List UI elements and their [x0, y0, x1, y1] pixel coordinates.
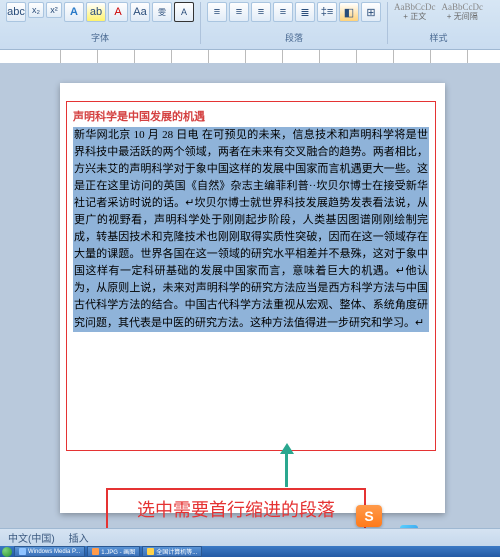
paragraph-group-label: 段落 [285, 31, 303, 44]
windows-taskbar: Windows Media P... 1.JPG - 画图 全国计算机等... [0, 546, 500, 557]
subscript-button[interactable]: x₂ [28, 2, 44, 18]
document-workspace: 声明科学是中国发展的机遇 新华网北京 10 月 28 日电 在可预见的未来，信息… [0, 63, 500, 529]
font-color-button[interactable]: A [108, 2, 128, 22]
change-case-button[interactable]: Aa [130, 2, 150, 22]
char-border-button[interactable]: A [174, 2, 194, 22]
ribbon: abc x₂ x² A ab A Aa 雯 A 字体 ≡ ≡ ≡ ≡ ≣ ‡≡ … [0, 0, 500, 50]
selected-paragraphs[interactable]: 新华网北京 10 月 28 日电 在可预见的未来，信息技术和声明科学将是世界科技… [73, 127, 429, 332]
styles-group: AaBbCcDc + 正文 AaBbCcDc + 无间隔 样式 [392, 2, 489, 44]
style-no-spacing[interactable]: AaBbCcDc + 无间隔 [442, 3, 484, 22]
styles-group-label: 样式 [429, 31, 447, 44]
line-spacing-button[interactable]: ‡≡ [317, 2, 337, 22]
align-right-button[interactable]: ≡ [251, 2, 271, 22]
paragraph-group: ≡ ≡ ≡ ≡ ≣ ‡≡ ◧ ⊞ 段落 [205, 2, 388, 44]
align-center-button[interactable]: ≡ [229, 2, 249, 22]
borders-button[interactable]: ⊞ [361, 2, 381, 22]
status-language[interactable]: 中文(中国) [8, 530, 55, 545]
align-left-button[interactable]: ≡ [207, 2, 227, 22]
document-body-text: 新华网北京 10 月 28 日电 在可预见的未来，信息技术和声明科学将是世界科技… [74, 129, 428, 329]
taskbar-item-paint[interactable]: 1.JPG - 画图 [87, 546, 140, 557]
font-group: abc x₂ x² A ab A Aa 雯 A 字体 [4, 2, 201, 44]
font-group-label: 字体 [91, 31, 109, 44]
taskbar-item-wmp[interactable]: Windows Media P... [14, 546, 85, 557]
taskbar-item-exam[interactable]: 全国计算机等... [142, 546, 202, 557]
status-insert-mode[interactable]: 插入 [69, 530, 89, 545]
arrow-head-icon [280, 443, 294, 454]
annotation-arrow [285, 453, 288, 487]
phonetic-guide-button[interactable]: 雯 [152, 2, 172, 22]
style-normal[interactable]: AaBbCcDc + 正文 [394, 3, 436, 22]
callout-text: 选中需要首行缩进的段落 [137, 496, 335, 522]
paint-icon [92, 548, 99, 555]
superscript-button[interactable]: x² [46, 2, 62, 18]
wmp-icon [19, 548, 26, 555]
distribute-button[interactable]: ≣ [295, 2, 315, 22]
text-effects-button[interactable]: A [64, 2, 84, 22]
app-icon [147, 548, 154, 555]
document-heading[interactable]: 声明科学是中国发展的机遇 [73, 108, 429, 124]
start-button[interactable] [2, 547, 12, 557]
strikethrough-button[interactable]: abc [6, 2, 26, 22]
status-bar: 中文(中国) 插入 [0, 528, 500, 546]
justify-button[interactable]: ≡ [273, 2, 293, 22]
annotation-callout: 选中需要首行缩进的段落 [106, 488, 366, 529]
shading-button[interactable]: ◧ [339, 2, 359, 22]
page: 声明科学是中国发展的机遇 新华网北京 10 月 28 日电 在可预见的未来，信息… [60, 83, 445, 513]
selection-highlight-box: 声明科学是中国发展的机遇 新华网北京 10 月 28 日电 在可预见的未来，信息… [66, 101, 436, 451]
highlight-button[interactable]: ab [86, 2, 106, 22]
sogou-ime-icon[interactable]: S [356, 505, 382, 527]
